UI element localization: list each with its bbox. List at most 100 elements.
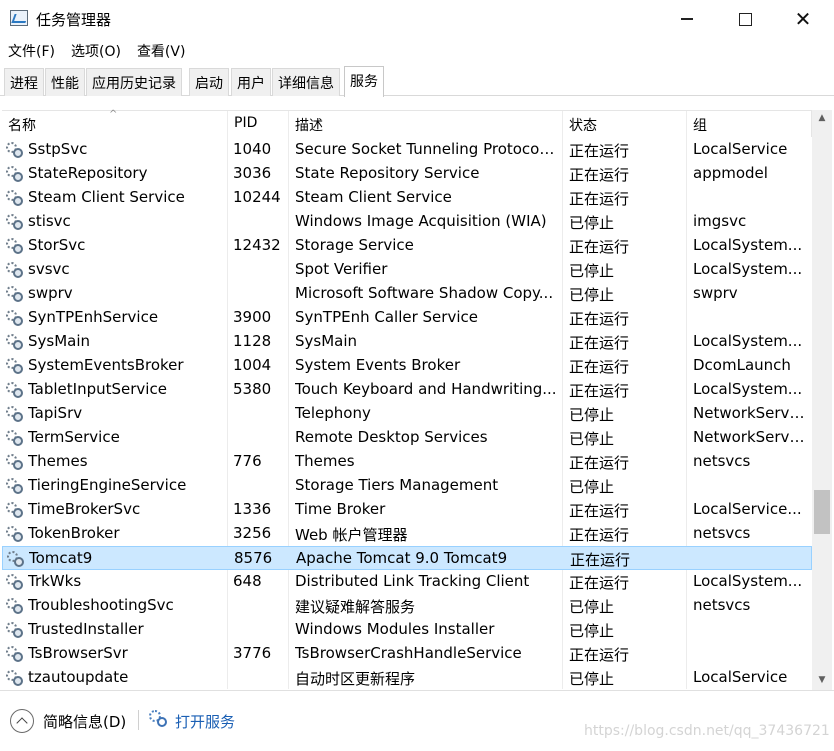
cell-status: 正在运行 <box>569 310 630 328</box>
table-row[interactable]: TrkWks 648 Distributed Link Tracking Clien… <box>2 570 812 594</box>
minimize-button[interactable] <box>658 0 716 38</box>
service-gear-icon <box>6 166 23 183</box>
cell-group <box>693 644 805 666</box>
scrollbar-thumb[interactable] <box>814 490 830 534</box>
table-row[interactable]: Steam Client Service 10244 Steam Client Se… <box>2 186 812 210</box>
column-header-description[interactable]: 描述 <box>289 111 563 137</box>
services-gear-icon[interactable] <box>149 710 169 730</box>
table-row[interactable]: SynTPEnhService 3900 SynTPEnh Caller Servi… <box>2 306 812 330</box>
cell-status: 已停止 <box>569 598 615 616</box>
cell-group: LocalSystem... <box>693 260 803 278</box>
table-row[interactable]: StateRepository 3036 State Repository Serv… <box>2 162 812 186</box>
column-header-group[interactable]: 组 <box>687 111 812 137</box>
tab-details[interactable]: 详细信息 <box>272 68 340 96</box>
table-row[interactable]: TapiSrv Telephony 已停止 NetworkServi... <box>2 402 812 426</box>
table-row[interactable]: TsBrowserSvr 3776 TsBrowserCrashHandleServ… <box>2 642 812 666</box>
cell-desc: Web 帐户管理器 <box>295 526 408 544</box>
table-row[interactable]: StorSvc 12432 Storage Service 正在运行 LocalSyst… <box>2 234 812 258</box>
tab-processes[interactable]: 进程 <box>4 68 44 96</box>
column-header-name[interactable]: 名称 ^ <box>2 109 228 137</box>
cell-pid <box>233 404 285 426</box>
cell-status: 正在运行 <box>569 526 630 544</box>
table-row[interactable]: SstpSvc 1040 Secure Socket Tunneling Proto… <box>2 138 812 162</box>
service-gear-icon <box>6 406 23 423</box>
cell-desc: Storage Service <box>295 236 414 254</box>
cell-group <box>693 188 805 210</box>
service-gear-icon <box>6 430 23 447</box>
table-row[interactable]: tzautoupdate 自动时区更新程序 已停止 LocalService <box>2 666 812 690</box>
service-gear-icon <box>6 286 23 303</box>
cell-group: NetworkServi... <box>693 428 805 446</box>
cell-desc: Distributed Link Tracking Client <box>295 572 530 590</box>
table-row[interactable]: swprv Microsoft Software Shadow Copy... 已停… <box>2 282 812 306</box>
tab-services[interactable]: 服务 <box>344 66 384 97</box>
maximize-button[interactable] <box>716 0 774 38</box>
cell-group: netsvcs <box>693 596 751 614</box>
cell-group: appmodel <box>693 164 768 182</box>
footer-bar: 简略信息(D) 打开服务 https://blog.csdn.net/qq_37… <box>0 690 834 751</box>
cell-pid <box>233 620 285 642</box>
close-button[interactable]: ✕ <box>774 0 832 38</box>
table-row[interactable]: stisvc Windows Image Acquisition (WIA) 已停止… <box>2 210 812 234</box>
table-row[interactable]: svsvc Spot Verifier 已停止 LocalSystem... <box>2 258 812 282</box>
cell-status: 正在运行 <box>569 334 630 352</box>
cell-group: LocalSystem... <box>693 332 803 350</box>
table-row[interactable]: Tomcat9 8576 Apache Tomcat 9.0 Tomcat9 正在运行 <box>2 546 812 570</box>
brief-info-button[interactable]: 简略信息(D) <box>43 711 126 732</box>
table-row[interactable]: TimeBrokerSvc 1336 Time Broker 正在运行 LocalSer… <box>2 498 812 522</box>
table-row[interactable]: Themes 776 Themes 正在运行 netsvcs <box>2 450 812 474</box>
cell-name: StateRepository <box>28 164 148 182</box>
table-row[interactable]: TermService Remote Desktop Services 已停止 Net… <box>2 426 812 450</box>
column-header-pid[interactable]: PID <box>228 111 289 137</box>
cell-desc: Steam Client Service <box>295 188 452 206</box>
services-table[interactable]: 名称 ^ PID 描述 状态 组 SstpSvc 1040 Secure Socke… <box>2 109 832 690</box>
column-header-status[interactable]: 状态 <box>563 111 687 137</box>
table-row[interactable]: SystemEventsBroker 1004 System Events Brok… <box>2 354 812 378</box>
vertical-scrollbar[interactable]: ▲ ▼ <box>812 110 832 690</box>
tab-app-history[interactable]: 应用历史记录 <box>86 68 182 96</box>
cell-name: TrkWks <box>28 572 82 590</box>
collapse-up-icon[interactable] <box>10 709 34 733</box>
cell-name: TsBrowserSvr <box>28 644 128 662</box>
table-row[interactable]: TokenBroker 3256 Web 帐户管理器 正在运行 netsvcs <box>2 522 812 546</box>
cell-desc: Themes <box>295 452 355 470</box>
cell-status: 已停止 <box>569 406 615 424</box>
cell-group: netsvcs <box>693 524 751 542</box>
cell-pid: 648 <box>233 572 262 590</box>
cell-pid <box>233 668 285 690</box>
cell-status: 正在运行 <box>569 142 630 160</box>
cell-desc: Touch Keyboard and Handwriting... <box>295 380 557 398</box>
cell-status: 已停止 <box>569 286 615 304</box>
cell-pid: 3256 <box>233 524 272 542</box>
scroll-up-arrow-icon[interactable]: ▲ <box>812 110 832 128</box>
cell-desc: Spot Verifier <box>295 260 388 278</box>
cell-desc: TsBrowserCrashHandleService <box>295 644 522 662</box>
tab-performance[interactable]: 性能 <box>45 68 85 96</box>
column-header-name-label: 名称 <box>8 118 36 134</box>
title-bar[interactable]: 任务管理器 ✕ <box>0 0 834 38</box>
table-row[interactable]: TabletInputService 5380 Touch Keyboard and… <box>2 378 812 402</box>
cell-name: TokenBroker <box>28 524 120 542</box>
table-row[interactable]: SysMain 1128 SysMain 正在运行 LocalSystem... <box>2 330 812 354</box>
table-row[interactable]: TrustedInstaller Windows Modules Installe… <box>2 618 812 642</box>
cell-desc: 自动时区更新程序 <box>295 670 416 688</box>
cell-name: SystemEventsBroker <box>28 356 184 374</box>
cell-pid <box>233 212 285 234</box>
cell-desc: Windows Image Acquisition (WIA) <box>295 212 547 230</box>
tab-startup[interactable]: 启动 <box>189 68 229 96</box>
menu-file[interactable]: 文件(F) <box>0 38 63 64</box>
service-gear-icon <box>6 646 23 663</box>
menu-options[interactable]: 选项(O) <box>63 38 129 64</box>
cell-name: TapiSrv <box>28 404 83 422</box>
cell-name: svsvc <box>28 260 70 278</box>
table-row[interactable]: TroubleshootingSvc 建议疑难解答服务 已停止 netsvcs <box>2 594 812 618</box>
menu-view[interactable]: 查看(V) <box>129 38 194 64</box>
service-gear-icon <box>6 334 23 351</box>
scroll-down-arrow-icon[interactable]: ▼ <box>812 672 832 690</box>
service-gear-icon <box>6 670 23 687</box>
open-services-link[interactable]: 打开服务 <box>175 711 235 732</box>
cell-name: Tomcat9 <box>29 549 93 567</box>
table-row[interactable]: TieringEngineService Storage Tiers Manage… <box>2 474 812 498</box>
cell-status: 正在运行 <box>569 646 630 664</box>
tab-users[interactable]: 用户 <box>231 68 271 96</box>
